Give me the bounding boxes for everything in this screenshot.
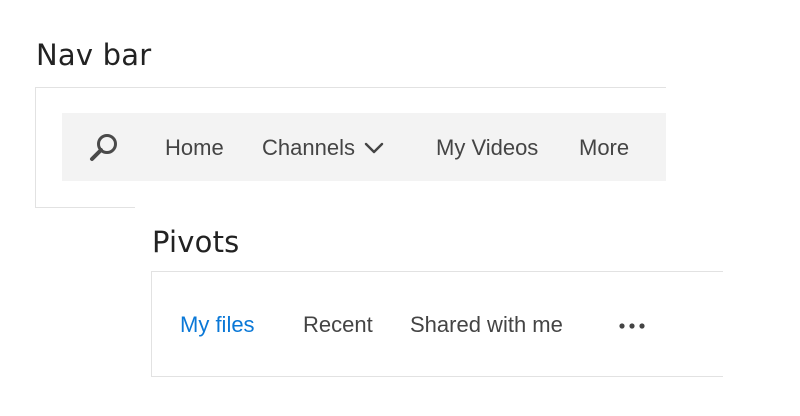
nav-bar: Home Channels My Videos More — [62, 113, 666, 181]
pivots-card: My files Recent Shared with me — [151, 271, 723, 377]
pivots-section-title: Pivots — [152, 225, 240, 259]
nav-bar-section-title: Nav bar — [36, 38, 152, 72]
chevron-down-icon — [364, 134, 384, 160]
nav-item-home[interactable]: Home — [165, 135, 224, 161]
pivot-tab-my-files[interactable]: My files — [180, 312, 255, 338]
nav-item-more[interactable]: More — [579, 135, 629, 161]
nav-bar-card-border — [35, 207, 135, 208]
nav-item-channels[interactable]: Channels — [262, 135, 384, 161]
search-icon[interactable] — [87, 132, 121, 164]
nav-item-my-videos[interactable]: My Videos — [436, 135, 538, 161]
pivot-tab-recent[interactable]: Recent — [303, 312, 373, 338]
nav-item-channels-label: Channels — [262, 135, 355, 160]
more-horizontal-icon[interactable] — [617, 321, 649, 331]
pivot-tab-shared-with-me[interactable]: Shared with me — [410, 312, 563, 338]
